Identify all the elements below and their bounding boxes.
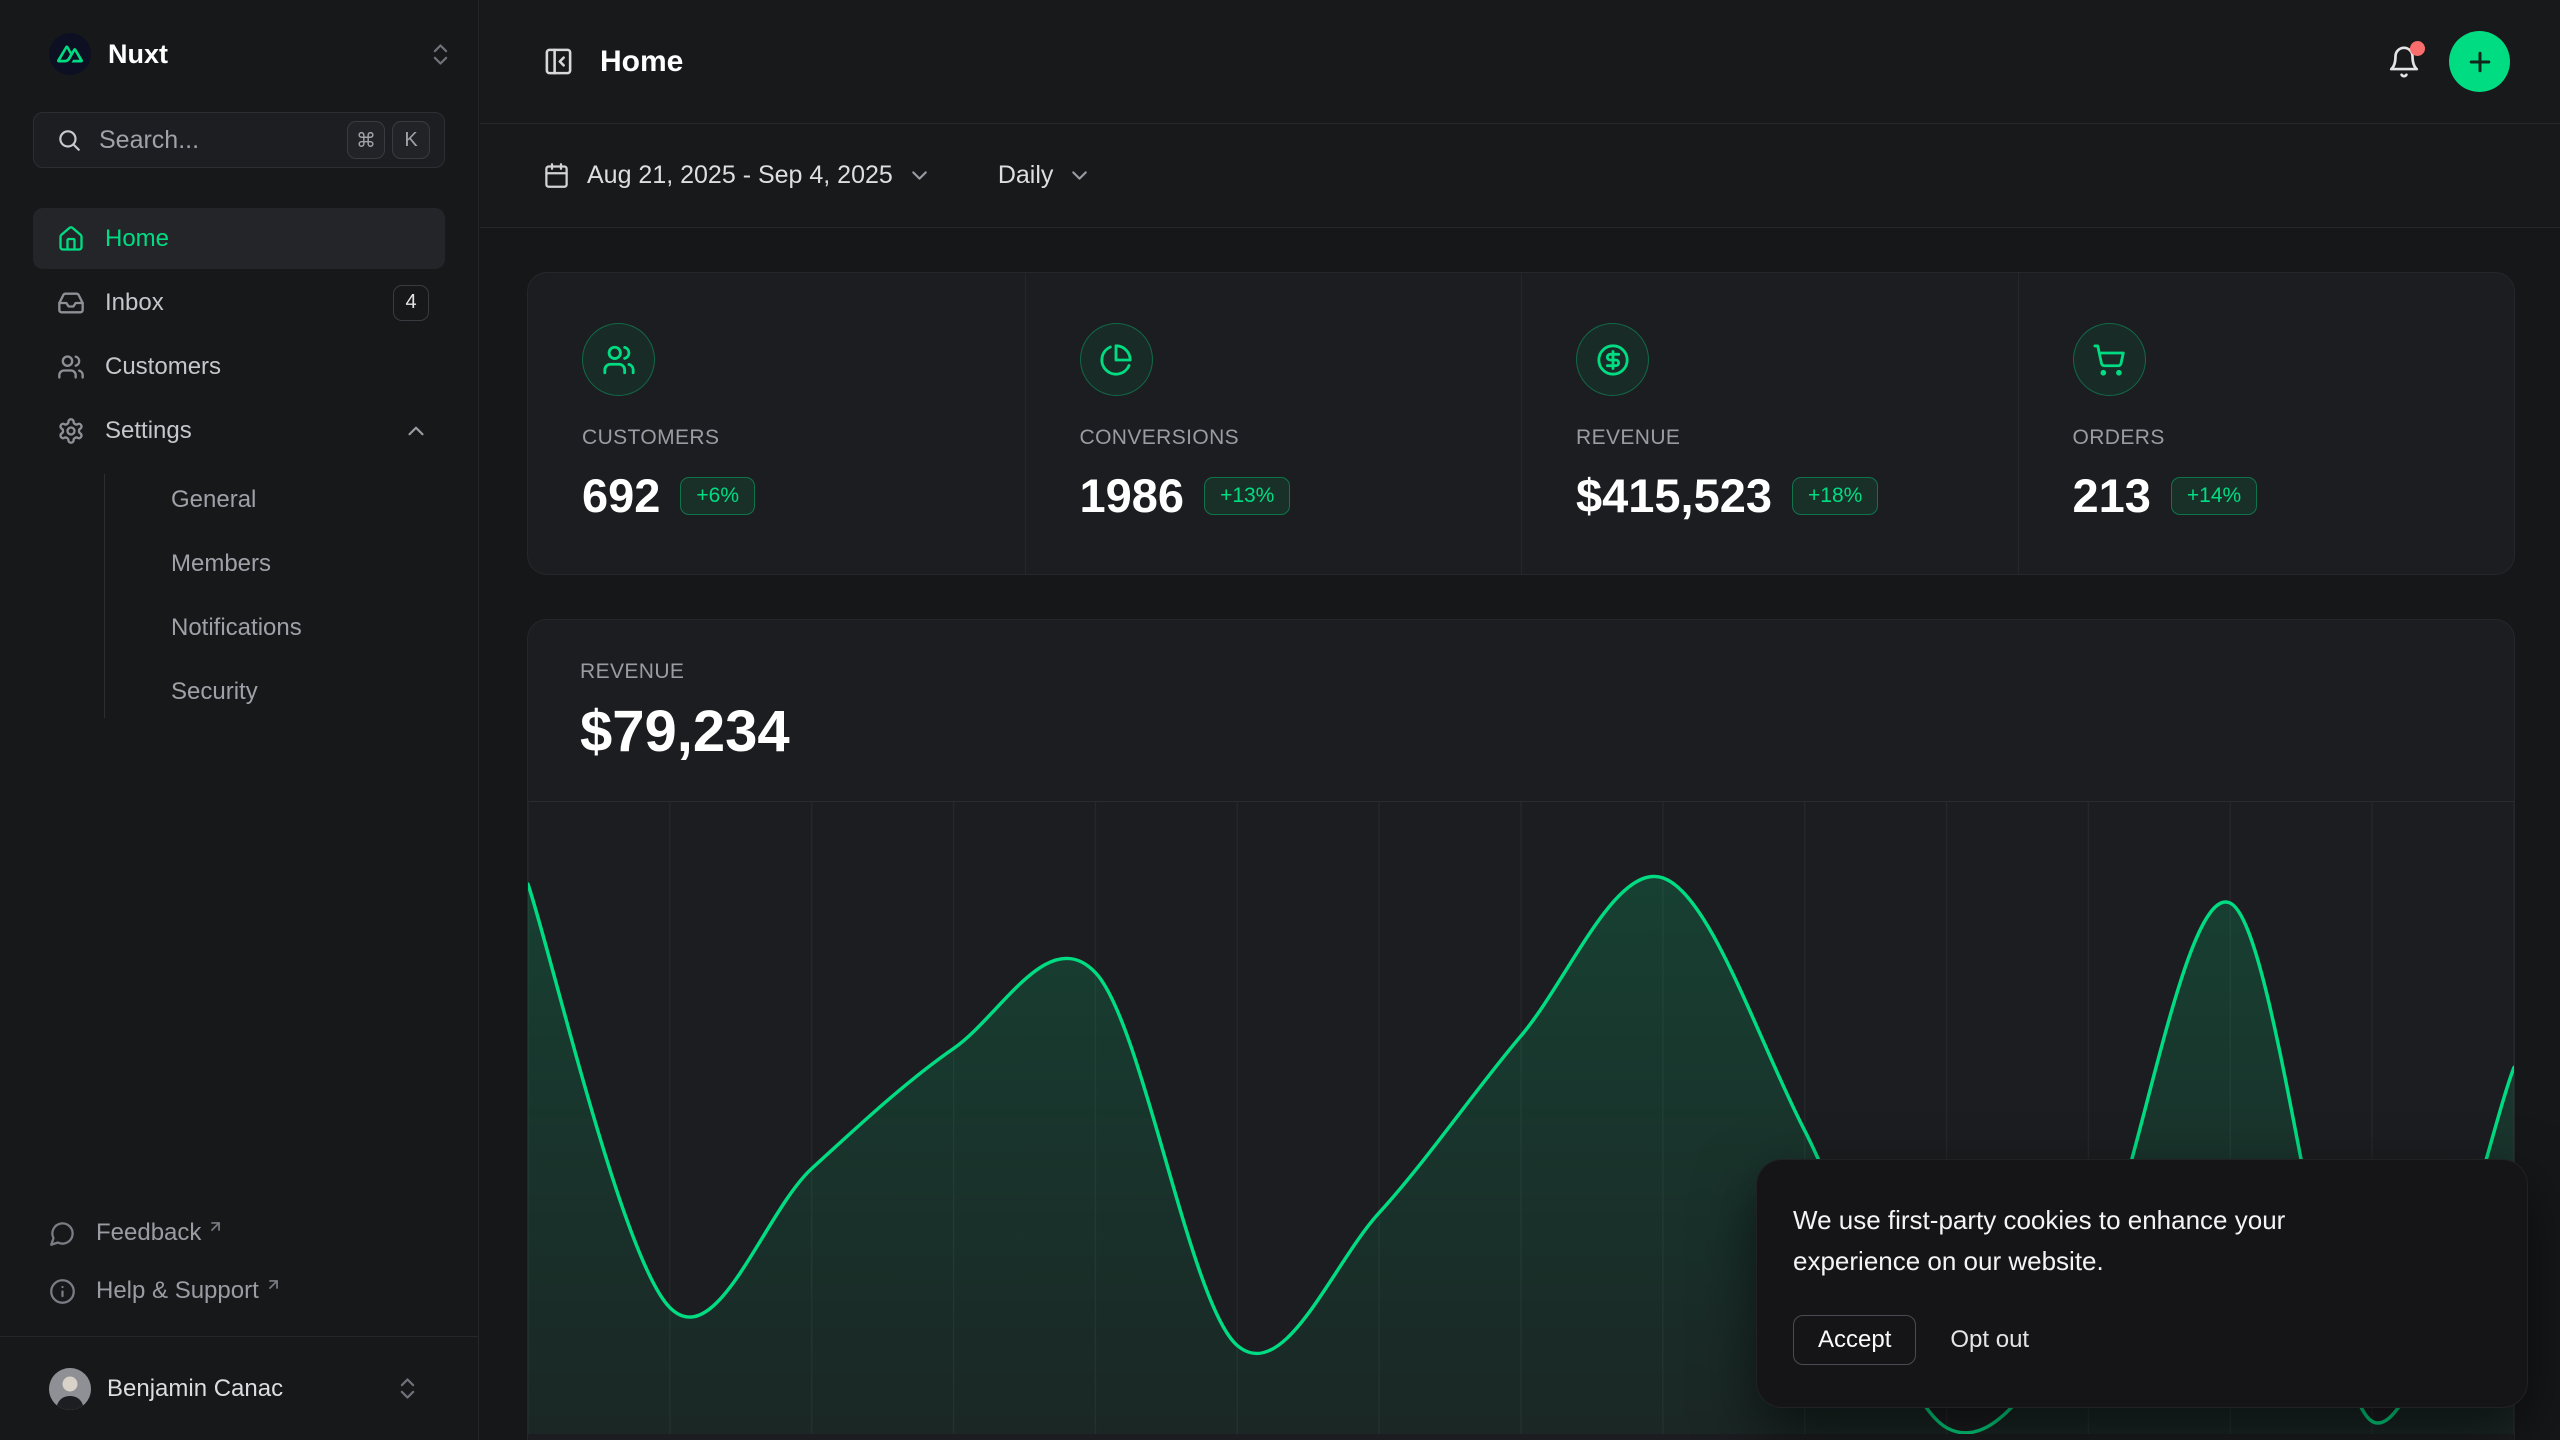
inbox-unread-badge: 4 [393,285,429,321]
chevron-down-icon [907,163,932,188]
sidebar-item-home[interactable]: Home [33,208,445,269]
stat-value: 213 [2073,468,2151,523]
info-circle-icon [49,1278,76,1305]
stat-card-orders[interactable]: ORDERS 213 +14% [2018,273,2515,574]
page-title: Home [600,45,2387,79]
toolbar: Aug 21, 2025 - Sep 4, 2025 Daily [480,124,2560,228]
sidebar-item-customers[interactable]: Customers [33,336,445,397]
cart-icon [2073,323,2146,396]
search-icon [56,127,82,153]
stat-label: CONVERSIONS [1080,426,1468,450]
sidebar-item-general[interactable]: General [137,468,412,532]
opt-out-button[interactable]: Opt out [1950,1316,2029,1364]
sidebar-item-label: Settings [105,417,403,445]
sidebar-item-security[interactable]: Security [137,660,412,724]
stat-delta-badge: +14% [2171,477,2257,515]
stat-card-customers[interactable]: CUSTOMERS 692 +6% [528,273,1025,574]
chevron-up-icon [403,418,429,444]
sidebar-item-label: Inbox [105,289,393,317]
users-icon [57,353,85,381]
home-icon [57,225,85,253]
unread-dot [2410,41,2425,56]
gear-icon [57,417,85,445]
stat-delta-badge: +18% [1792,477,1878,515]
sidebar-item-notifications[interactable]: Notifications [137,596,412,660]
stat-card-revenue[interactable]: REVENUE $415,523 +18% [1521,273,2018,574]
granularity-select[interactable]: Daily [998,161,1093,190]
stat-value: $415,523 [1576,468,1772,523]
users-icon [582,323,655,396]
kbd-k: K [392,121,430,159]
stat-label: REVENUE [1576,426,1964,450]
stat-value: 692 [582,468,660,523]
message-bubble-icon [49,1220,76,1247]
pie-chart-icon [1080,323,1153,396]
date-range-label: Aug 21, 2025 - Sep 4, 2025 [587,161,893,190]
help-support-link[interactable]: Help & Support [33,1262,445,1320]
sidebar-collapse-icon[interactable] [543,46,574,77]
revenue-panel-value: $79,234 [580,698,2462,765]
search-input[interactable]: Search... ⌘ K [33,112,445,168]
chevrons-up-down-icon [427,41,454,68]
stat-label: ORDERS [2073,426,2461,450]
accept-button[interactable]: Accept [1793,1315,1916,1365]
settings-subnav: General Members Notifications Security [66,468,412,724]
feedback-link[interactable]: Feedback [33,1204,445,1262]
inbox-icon [57,289,85,317]
chevron-down-icon [1067,163,1092,188]
notifications-button[interactable] [2387,45,2421,79]
external-link-icon [265,1276,282,1293]
plus-icon [2465,47,2495,77]
stat-value: 1986 [1080,468,1185,523]
cookie-message: We use first-party cookies to enhance yo… [1793,1200,2413,1281]
stats-row: CUSTOMERS 692 +6% CONVERSIONS 1986 +13% [527,272,2515,575]
feedback-label: Feedback [96,1219,201,1247]
granularity-label: Daily [998,161,1054,190]
brand-name: Nuxt [108,39,427,70]
sidebar-item-members[interactable]: Members [137,532,412,596]
chevrons-up-down-icon [394,1375,421,1402]
sidebar-item-label: Customers [105,353,429,381]
add-button[interactable] [2449,31,2510,92]
date-range-picker[interactable]: Aug 21, 2025 - Sep 4, 2025 [543,161,932,190]
sidebar-item-inbox[interactable]: Inbox 4 [33,272,445,333]
avatar [49,1368,91,1410]
stat-delta-badge: +6% [680,477,755,515]
dollar-circle-icon [1576,323,1649,396]
calendar-icon [543,162,570,189]
nuxt-logo-icon [49,33,91,75]
revenue-panel-label: REVENUE [580,660,2462,684]
stat-label: CUSTOMERS [582,426,971,450]
search-placeholder: Search... [99,126,340,155]
sidebar: Nuxt Search... ⌘ K Home Inbox 4 [0,0,479,1440]
page-header: Home [480,0,2560,124]
user-menu[interactable]: Benjamin Canac [0,1336,478,1440]
user-name: Benjamin Canac [107,1375,394,1403]
sidebar-item-label: Home [105,225,429,253]
stat-card-conversions[interactable]: CONVERSIONS 1986 +13% [1025,273,1522,574]
external-link-icon [207,1218,224,1235]
help-support-label: Help & Support [96,1277,259,1305]
stat-delta-badge: +13% [1204,477,1290,515]
workspace-switcher[interactable]: Nuxt [0,0,478,108]
cookie-banner: We use first-party cookies to enhance yo… [1756,1159,2528,1408]
sidebar-item-settings[interactable]: Settings [33,400,445,461]
sidebar-nav: Home Inbox 4 Customers Settings Genera [33,208,445,724]
kbd-cmd: ⌘ [347,121,385,159]
